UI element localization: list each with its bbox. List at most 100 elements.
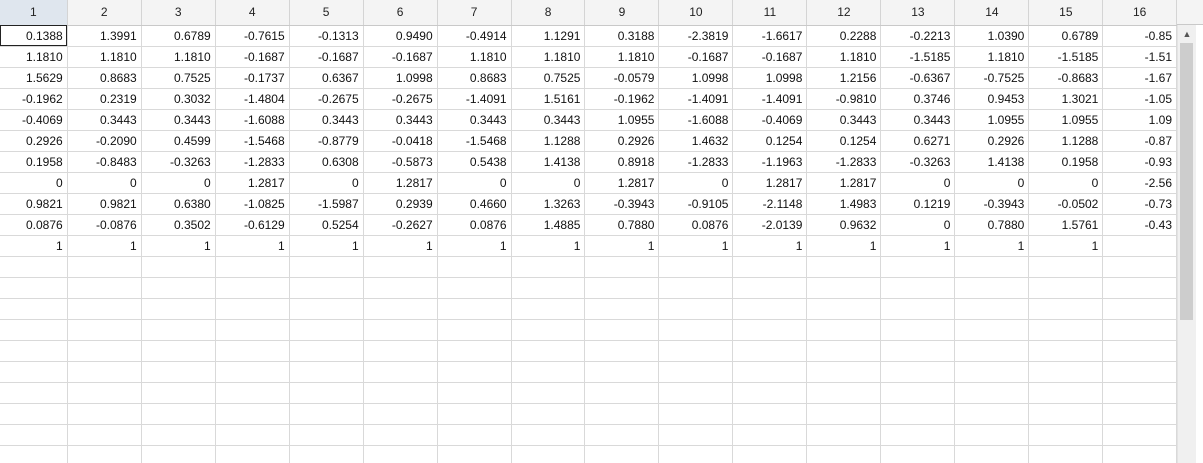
grid-cell[interactable]: -0.0579 (584, 67, 660, 89)
grid-cell[interactable]: 0 (289, 172, 364, 194)
grid-cell-empty[interactable] (437, 424, 512, 446)
grid-cell[interactable]: 0 (1028, 172, 1104, 194)
grid-cell-empty[interactable] (732, 340, 808, 362)
grid-cell-empty[interactable] (0, 424, 68, 446)
grid-cell-empty[interactable] (67, 256, 142, 278)
grid-cell-empty[interactable] (954, 256, 1030, 278)
grid-cell[interactable]: 0 (67, 172, 142, 194)
grid-cell-empty[interactable] (732, 298, 808, 320)
grid-cell-empty[interactable] (880, 340, 956, 362)
grid-cell[interactable]: -0.6367 (880, 67, 956, 89)
grid-cell-empty[interactable] (1102, 340, 1177, 362)
grid-cell-empty[interactable] (363, 424, 438, 446)
grid-cell[interactable]: 1 (658, 235, 734, 257)
grid-cell[interactable] (1102, 235, 1177, 257)
grid-cell[interactable]: 1.3021 (1028, 88, 1104, 110)
grid-cell[interactable]: 0.2939 (363, 193, 438, 215)
grid-cell[interactable]: 1.1810 (141, 46, 216, 68)
grid-cell[interactable]: -2.56 (1102, 172, 1177, 194)
column-header-1[interactable]: 1 (0, 0, 68, 26)
grid-cell[interactable]: -1.5468 (437, 130, 512, 152)
grid-cell-empty[interactable] (1028, 298, 1104, 320)
grid-cell-empty[interactable] (584, 319, 660, 341)
grid-cell-empty[interactable] (215, 277, 290, 299)
grid-cell[interactable]: 1.4138 (954, 151, 1030, 173)
grid-cell[interactable]: -0.85 (1102, 25, 1177, 47)
grid-cell-empty[interactable] (732, 361, 808, 383)
grid-cell[interactable]: 0.9821 (0, 193, 68, 215)
grid-cell-empty[interactable] (1028, 403, 1104, 425)
grid-cell[interactable]: -0.1687 (289, 46, 364, 68)
grid-cell-empty[interactable] (880, 277, 956, 299)
grid-cell-empty[interactable] (141, 361, 216, 383)
grid-cell[interactable]: 1.2817 (584, 172, 660, 194)
grid-cell[interactable]: 1.3263 (511, 193, 586, 215)
grid-cell-empty[interactable] (437, 403, 512, 425)
grid-cell[interactable]: 1.2817 (732, 172, 808, 194)
grid-cell[interactable]: 0.2288 (806, 25, 882, 47)
grid-cell-empty[interactable] (215, 256, 290, 278)
grid-cell[interactable]: 1.2817 (215, 172, 290, 194)
grid-cell[interactable]: 0.3443 (437, 109, 512, 131)
grid-cell[interactable]: -0.8483 (67, 151, 142, 173)
grid-cell[interactable]: 1.0390 (954, 25, 1030, 47)
grid-cell[interactable]: 0.4599 (141, 130, 216, 152)
grid-cell[interactable]: 0.7525 (511, 67, 586, 89)
grid-cell-empty[interactable] (806, 277, 882, 299)
grid-cell[interactable]: 0.6789 (1028, 25, 1104, 47)
column-header-9[interactable]: 9 (584, 0, 660, 26)
grid-cell-empty[interactable] (141, 424, 216, 446)
grid-cell-empty[interactable] (658, 361, 734, 383)
grid-cell[interactable]: 1 (289, 235, 364, 257)
grid-cell[interactable]: -0.3943 (954, 193, 1030, 215)
grid-cell-empty[interactable] (437, 298, 512, 320)
grid-cell-empty[interactable] (1102, 256, 1177, 278)
grid-cell[interactable]: 1 (437, 235, 512, 257)
grid-cell[interactable]: -1.6088 (215, 109, 290, 131)
grid-cell-empty[interactable] (880, 361, 956, 383)
grid-cell-empty[interactable] (363, 382, 438, 404)
column-header-5[interactable]: 5 (289, 0, 364, 26)
grid-cell[interactable]: 0.1254 (806, 130, 882, 152)
column-header-11[interactable]: 11 (732, 0, 808, 26)
grid-cell-empty[interactable] (67, 277, 142, 299)
grid-cell-empty[interactable] (511, 340, 586, 362)
grid-cell-empty[interactable] (584, 361, 660, 383)
grid-cell-empty[interactable] (658, 277, 734, 299)
grid-cell[interactable]: -1.4091 (658, 88, 734, 110)
grid-cell[interactable]: -1.2833 (215, 151, 290, 173)
grid-cell[interactable]: -0.5873 (363, 151, 438, 173)
grid-cell[interactable]: 0 (0, 172, 68, 194)
grid-cell[interactable]: 0.9632 (806, 214, 882, 236)
grid-cell-empty[interactable] (732, 256, 808, 278)
column-header-8[interactable]: 8 (511, 0, 586, 26)
grid-cell-empty[interactable] (67, 298, 142, 320)
grid-cell-empty[interactable] (1028, 361, 1104, 383)
grid-cell-empty[interactable] (658, 319, 734, 341)
grid-cell-empty[interactable] (1028, 277, 1104, 299)
grid-cell[interactable]: 1.4138 (511, 151, 586, 173)
grid-cell-empty[interactable] (732, 424, 808, 446)
grid-cell[interactable]: -1.5185 (880, 46, 956, 68)
grid-cell[interactable]: -1.6088 (658, 109, 734, 131)
up-arrow-icon[interactable]: ▲ (1178, 25, 1196, 42)
grid-cell-empty[interactable] (0, 361, 68, 383)
grid-cell-empty[interactable] (289, 319, 364, 341)
grid-cell-empty[interactable] (67, 319, 142, 341)
grid-cell-empty[interactable] (658, 445, 734, 463)
grid-cell-empty[interactable] (880, 256, 956, 278)
grid-cell[interactable]: 0.6789 (141, 25, 216, 47)
grid-cell-empty[interactable] (880, 298, 956, 320)
grid-cell[interactable]: -0.9810 (806, 88, 882, 110)
grid-cell-empty[interactable] (732, 403, 808, 425)
grid-cell-empty[interactable] (363, 340, 438, 362)
grid-cell[interactable]: 0.6308 (289, 151, 364, 173)
grid-cell[interactable]: 1.0955 (954, 109, 1030, 131)
grid-cell[interactable]: 1.0998 (363, 67, 438, 89)
grid-cell[interactable]: 0.6271 (880, 130, 956, 152)
grid-cell-empty[interactable] (437, 361, 512, 383)
grid-cell[interactable]: 0.3443 (67, 109, 142, 131)
grid-cell-empty[interactable] (1102, 382, 1177, 404)
grid-cell[interactable]: 1 (880, 235, 956, 257)
grid-cell[interactable]: -0.87 (1102, 130, 1177, 152)
